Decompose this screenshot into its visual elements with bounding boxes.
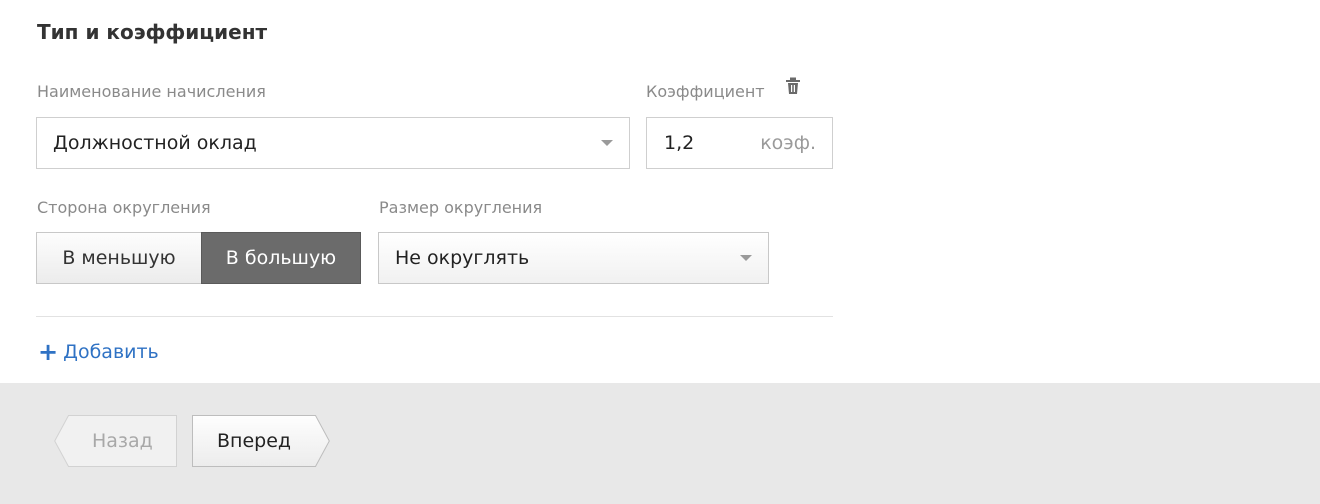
rounding-size-select[interactable]: Не округлять — [378, 232, 769, 284]
next-button-label: Вперед — [217, 430, 292, 452]
accrual-name-select[interactable]: Должностной оклад — [36, 117, 630, 169]
coefficient-value: 1,2 — [664, 132, 695, 154]
next-button[interactable]: Вперед — [192, 415, 330, 467]
trash-icon[interactable] — [785, 77, 801, 95]
page: Тип и коэффициент Наименование начислени… — [0, 0, 1320, 504]
coefficient-unit: коэф. — [760, 132, 816, 154]
divider — [36, 316, 833, 317]
rounding-down-button[interactable]: В меньшую — [36, 232, 201, 284]
rounding-size-value: Не округлять — [395, 247, 530, 269]
rounding-size-label: Размер округления — [379, 198, 543, 217]
coefficient-input[interactable]: 1,2 коэф. — [646, 117, 833, 169]
accrual-name-label: Наименование начисления — [37, 82, 266, 101]
coefficient-label: Коэффициент — [646, 82, 765, 101]
back-button-label: Назад — [92, 430, 153, 452]
chevron-down-icon — [601, 140, 613, 146]
add-link-label: Добавить — [63, 341, 159, 363]
chevron-down-icon — [740, 255, 752, 261]
add-link[interactable]: + Добавить — [38, 340, 159, 364]
form-panel: Тип и коэффициент Наименование начислени… — [0, 0, 1320, 383]
rounding-up-button[interactable]: В большую — [201, 232, 361, 284]
rounding-side-label: Сторона округления — [37, 198, 211, 217]
plus-icon: + — [38, 338, 59, 366]
accrual-name-value: Должностной оклад — [53, 132, 257, 154]
back-button[interactable]: Назад — [54, 415, 178, 467]
section-title: Тип и коэффициент — [37, 20, 268, 44]
